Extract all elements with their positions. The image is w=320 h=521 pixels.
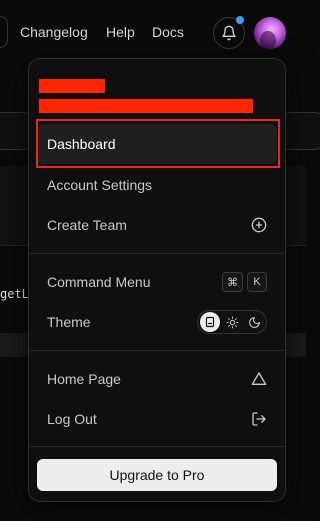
redacted-email: [39, 99, 253, 113]
plus-circle-icon: [251, 217, 267, 233]
menu-item-create-team[interactable]: Create Team: [37, 205, 277, 245]
menu-item-label: Theme: [47, 314, 91, 330]
menu-item-label: Create Team: [47, 217, 127, 233]
user-dropdown-menu: Dashboard Account Settings Create Team C…: [28, 58, 286, 502]
menu-item-command-menu[interactable]: Command Menu ⌘ K: [37, 262, 277, 302]
keyboard-shortcut: ⌘ K: [222, 272, 267, 292]
avatar[interactable]: [254, 17, 286, 49]
top-navigation: Changelog Help Docs: [0, 0, 306, 64]
sun-icon[interactable]: [222, 312, 242, 332]
menu-divider: [29, 253, 285, 254]
background-code-text: getL: [0, 287, 29, 301]
menu-item-label: Log Out: [47, 411, 97, 427]
theme-switcher: [197, 310, 267, 334]
system-icon[interactable]: [200, 312, 220, 332]
menu-item-home-page[interactable]: Home Page: [37, 359, 277, 399]
menu-item-theme: Theme: [37, 302, 277, 342]
menu-divider: [29, 446, 285, 447]
changelog-link[interactable]: Changelog: [20, 24, 88, 40]
menu-item-log-out[interactable]: Log Out: [37, 399, 277, 439]
k-key: K: [247, 272, 267, 292]
command-key: ⌘: [222, 272, 243, 292]
background-card: [0, 112, 30, 150]
menu-item-label: Home Page: [47, 371, 121, 387]
menu-item-account-settings[interactable]: Account Settings: [37, 165, 277, 205]
bell-icon: [221, 25, 237, 41]
menu-item-label: Command Menu: [47, 274, 151, 290]
highlight-box: [36, 119, 280, 168]
moon-icon[interactable]: [244, 312, 264, 332]
menu-divider: [29, 350, 285, 351]
background-card: [282, 112, 320, 150]
triangle-icon: [251, 371, 267, 387]
upgrade-to-pro-button[interactable]: Upgrade to Pro: [37, 459, 277, 491]
app-root: Changelog Help Docs getL Dashboard Accou…: [0, 0, 320, 521]
help-link[interactable]: Help: [106, 24, 135, 40]
menu-item-label: Account Settings: [47, 177, 153, 193]
docs-link[interactable]: Docs: [152, 24, 184, 40]
nav-left-button[interactable]: [0, 16, 8, 48]
notification-dot: [236, 16, 244, 24]
logout-icon: [251, 411, 267, 427]
redacted-username: [39, 79, 105, 93]
